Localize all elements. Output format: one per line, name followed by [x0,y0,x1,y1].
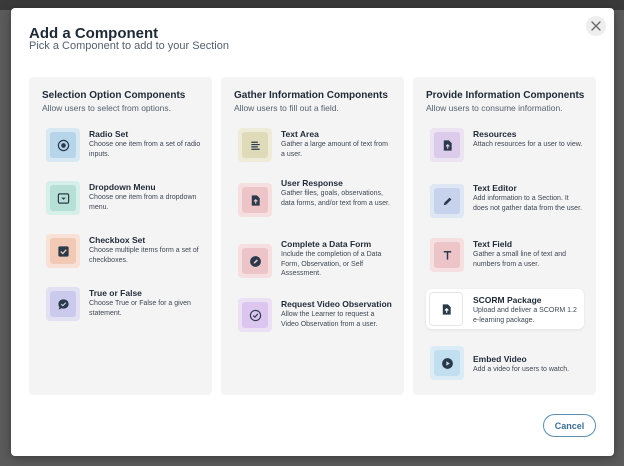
component-name: Checkbox Set [89,235,146,245]
component-text-editor[interactable]: Text Editor Add information to a Section… [422,179,587,223]
component-description: Choose True or False for a given stateme… [89,300,191,317]
component-name: Dropdown Menu [89,182,156,192]
component-true-or-false[interactable]: True or False Choose True or False for a… [38,282,203,326]
component-scorm-package[interactable]: SCORM Package Upload and deliver a SCORM… [426,289,584,329]
component-request-video-observation[interactable]: Request Video Observation Allow the Lear… [230,293,395,337]
column-subheading: Allow users to select from options. [42,103,171,113]
cancel-button[interactable]: Cancel [543,414,596,437]
close-icon [591,21,601,31]
component-description: Gather a small line of text and numbers … [473,251,566,268]
check-circle-icon [249,309,261,321]
component-name: Text Editor [473,183,517,193]
component-description: Include the completion of a Data Form, O… [281,251,382,277]
component-radio-set[interactable]: Radio Set Choose one item from a set of … [38,123,203,167]
component-name: Text Field [473,239,513,249]
column-heading: Gather Information Components [234,90,388,101]
gather-information-column: Gather Information Components Allow user… [221,77,404,395]
component-name: Request Video Observation [281,299,392,309]
column-heading: Selection Option Components [42,90,186,101]
component-name: Embed Video [473,354,527,364]
add-component-modal: Add a Component Pick a Component to add … [11,8,614,456]
component-description: Allow the Learner to request a Video Obs… [281,311,378,328]
column-subheading: Allow users to fill out a field. [234,103,339,113]
selection-option-column: Selection Option Components Allow users … [29,77,212,395]
component-name: Resources [473,129,517,139]
play-icon [441,357,453,369]
close-button[interactable] [586,16,606,36]
component-description: Add a video for users to watch. [473,366,570,373]
component-text-field[interactable]: Text Field Gather a small line of text a… [422,233,587,277]
modal-subtitle: Pick a Component to add to your Section [29,40,229,52]
resource-file-icon [443,139,452,151]
column-subheading: Allow users to consume information. [426,103,563,113]
provide-information-column: Provide Information Components Allow use… [413,77,596,395]
component-description: Choose one item from a set of radio inpu… [89,141,201,158]
component-complete-data-form[interactable]: Complete a Data Form Include the complet… [230,234,395,288]
component-description: Attach resources for a user to view. [473,141,583,148]
component-user-response[interactable]: User Response Gather files, goals, obser… [230,173,395,227]
radio-icon [57,139,69,151]
text-t-icon [443,250,451,260]
component-resources[interactable]: Resources Attach resources for a user to… [422,123,587,167]
form-pen-icon [249,255,261,267]
component-text-area[interactable]: Text Area Gather a large amount of text … [230,123,395,167]
component-dropdown-menu[interactable]: Dropdown Menu Choose one item from a dro… [38,176,203,220]
component-name: Complete a Data Form [281,239,372,249]
component-description: Choose multiple items form a set of chec… [89,247,199,264]
file-upload-icon [251,194,260,206]
component-checkbox-set[interactable]: Checkbox Set Choose multiple items form … [38,229,203,273]
component-name: True or False [89,288,142,298]
component-embed-video[interactable]: Embed Video Add a video for users to wat… [422,344,587,384]
text-lines-icon [250,141,260,150]
dropdown-icon [57,192,69,204]
component-name: SCORM Package [473,295,542,305]
component-name: Radio Set [89,129,129,139]
component-name: Text Area [281,129,319,139]
component-description: Upload and deliver a SCORM 1.2 e-learnin… [473,307,577,324]
checkbox-icon [57,245,69,257]
pencil-icon [443,197,451,205]
scorm-file-icon [442,303,451,315]
component-description: Choose one item from a dropdown menu. [89,194,197,211]
column-heading: Provide Information Components [426,90,585,101]
component-description: Gather a large amount of text from a use… [281,141,388,158]
chat-check-icon [57,298,69,310]
component-name: User Response [281,178,343,188]
component-description: Gather files, goals, observations, data … [281,190,390,207]
component-description: Add information to a Section. It does no… [473,195,582,212]
